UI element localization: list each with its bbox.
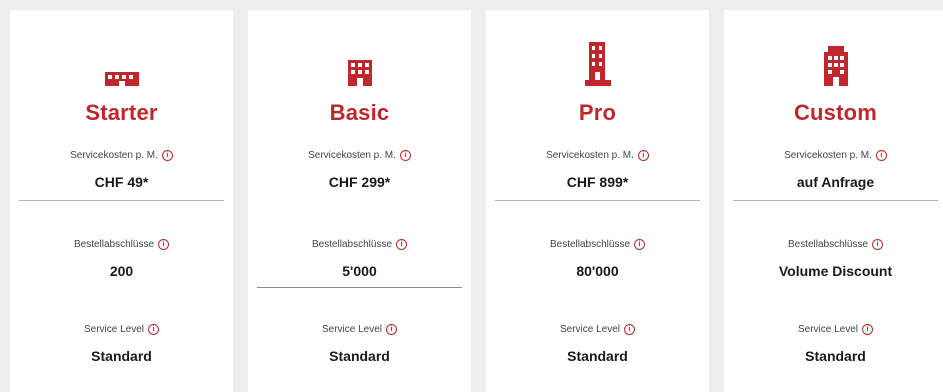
info-icon[interactable]: i (396, 239, 408, 250)
service-level-label: Service Level i (486, 324, 709, 335)
orders-label: Bestellabschlüsse i (248, 239, 471, 250)
service-level-label: Service Level i (248, 324, 471, 335)
info-icon[interactable]: i (875, 150, 887, 161)
plan-name: Custom (793, 100, 878, 125)
divider (257, 287, 462, 288)
plan-card-pro: Pro Servicekosten p. M. i CHF 899* Beste… (486, 10, 709, 392)
service-cost-value: CHF 899* (566, 174, 629, 190)
orders-value: 80'000 (576, 263, 619, 279)
info-icon[interactable]: i (399, 150, 411, 161)
service-level-label: Service Level i (724, 324, 943, 335)
orders-label: Bestellabschlüsse i (486, 239, 709, 250)
info-icon[interactable]: i (158, 239, 170, 250)
tall-building-icon (584, 42, 611, 86)
service-level-label: Service Level i (10, 324, 233, 335)
service-cost-label: Servicekosten p. M. i (248, 150, 471, 161)
orders-value: Volume Discount (778, 263, 893, 279)
skyscraper-icon (823, 46, 848, 86)
service-cost-value: auf Anfrage (796, 174, 875, 190)
info-icon[interactable]: i (386, 324, 398, 335)
service-level-value: Standard (805, 348, 866, 364)
orders-value: 5'000 (342, 263, 377, 279)
orders-label: Bestellabschlüsse i (10, 239, 233, 250)
info-icon[interactable]: i (148, 324, 160, 335)
info-icon[interactable]: i (637, 150, 649, 161)
divider (495, 200, 700, 201)
service-cost-value: CHF 299* (328, 174, 391, 190)
small-building-icon (104, 72, 139, 86)
plan-card-custom: Custom Servicekosten p. M. i auf Anfrage… (724, 10, 943, 392)
plan-card-starter: Starter Servicekosten p. M. i CHF 49* Be… (10, 10, 233, 392)
service-cost-label: Servicekosten p. M. i (724, 150, 943, 161)
divider (733, 200, 938, 201)
orders-label: Bestellabschlüsse i (724, 239, 943, 250)
plan-name: Starter (85, 100, 158, 125)
service-level-value: Standard (567, 348, 628, 364)
info-icon[interactable]: i (634, 239, 646, 250)
service-level-value: Standard (329, 348, 390, 364)
service-cost-label: Servicekosten p. M. i (10, 150, 233, 161)
service-cost-label: Servicekosten p. M. i (486, 150, 709, 161)
info-icon[interactable]: i (872, 239, 884, 250)
service-cost-value: CHF 49* (94, 174, 149, 190)
pricing-plans: Starter Servicekosten p. M. i CHF 49* Be… (0, 0, 943, 392)
plan-name: Basic (329, 100, 390, 125)
info-icon[interactable]: i (624, 324, 636, 335)
divider (19, 200, 224, 201)
office-building-icon (347, 60, 372, 86)
plan-card-basic: Basic Servicekosten p. M. i CHF 299* Bes… (248, 10, 471, 392)
orders-value: 200 (109, 263, 134, 279)
info-icon[interactable]: i (161, 150, 173, 161)
service-level-value: Standard (91, 348, 152, 364)
plan-name: Pro (578, 100, 617, 125)
info-icon[interactable]: i (862, 324, 874, 335)
